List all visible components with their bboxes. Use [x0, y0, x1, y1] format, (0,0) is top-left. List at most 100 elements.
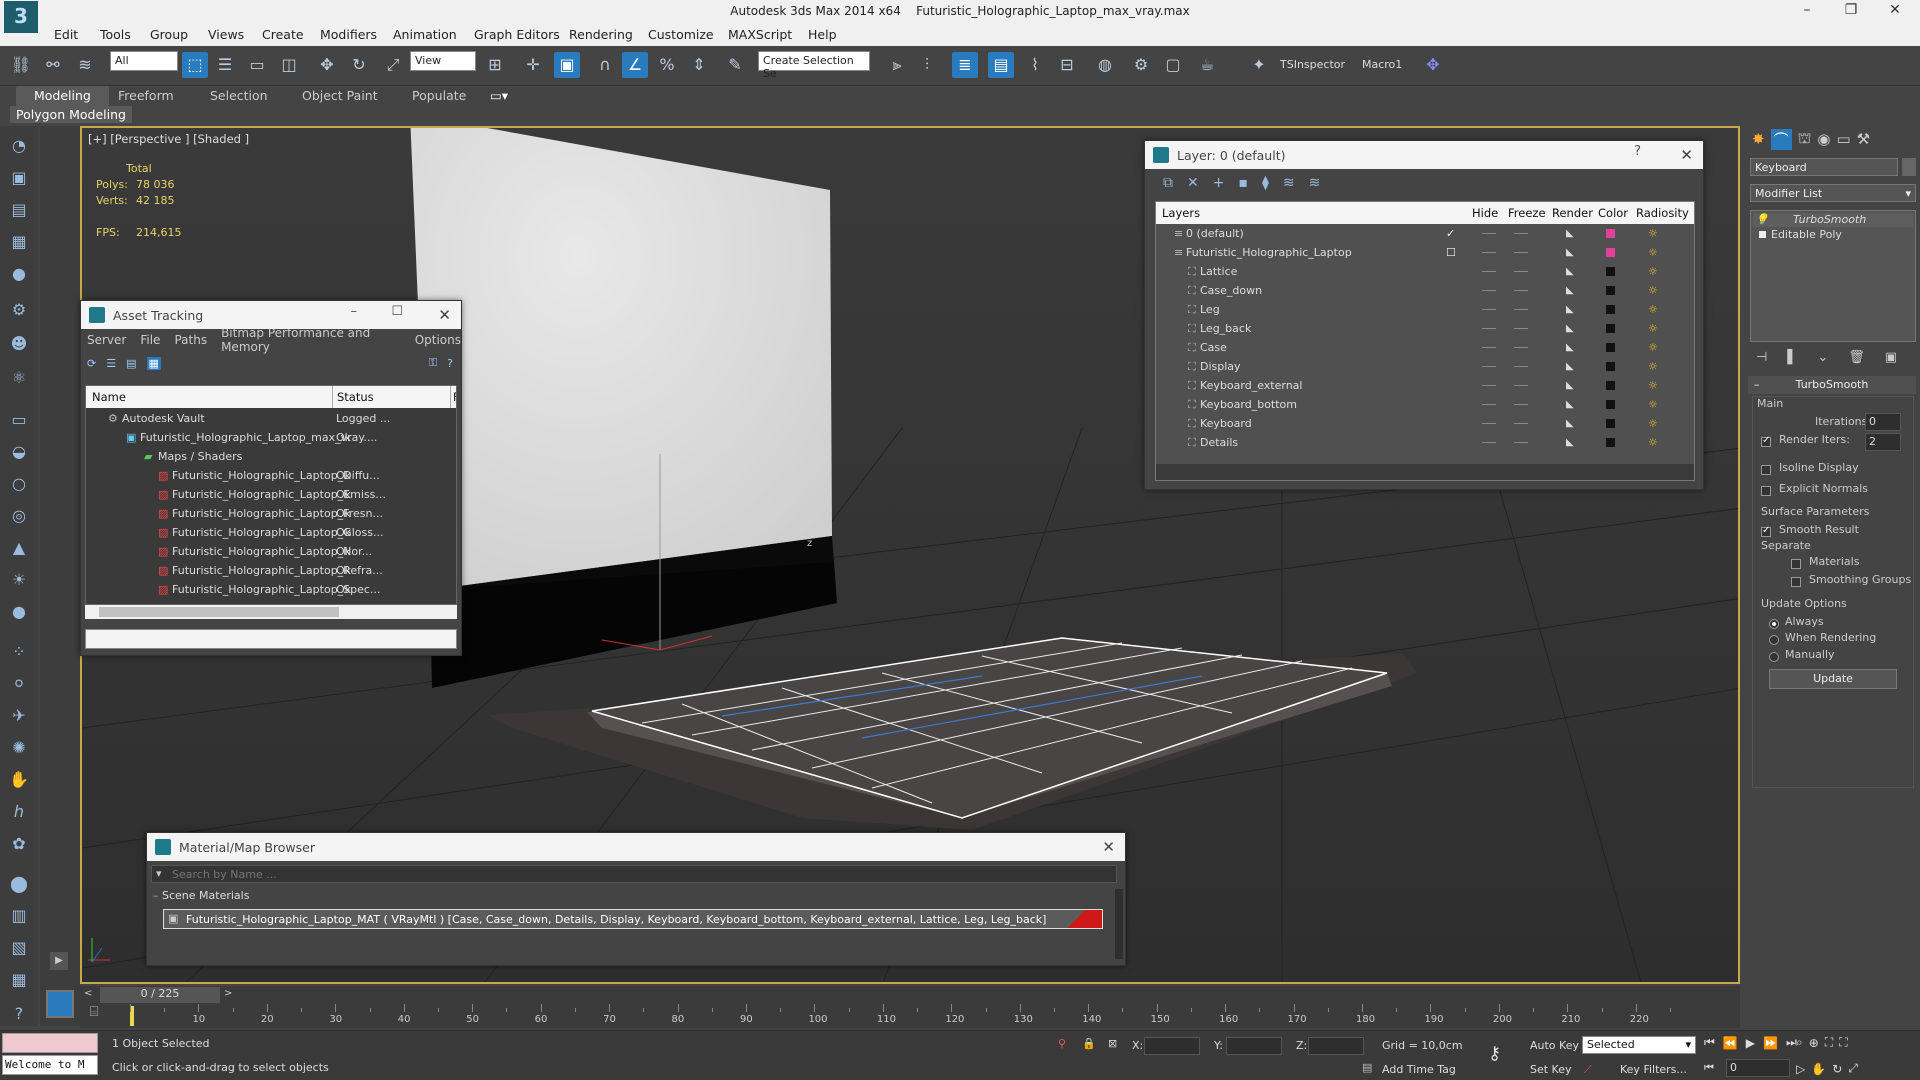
add-time-tag[interactable]: Add Time Tag	[1382, 1063, 1456, 1076]
auto-key-button[interactable]: Auto Key	[1530, 1039, 1579, 1052]
col-name[interactable]: Name	[92, 386, 126, 408]
layer-row[interactable]: ⛶ Display ◣ ☼	[1156, 357, 1694, 376]
layer-checkbox[interactable]: ☐	[1446, 243, 1456, 262]
pivot-icon[interactable]: ⊞	[482, 52, 508, 78]
layer-color-swatch[interactable]	[1606, 343, 1615, 352]
hide-toggle[interactable]	[1482, 347, 1496, 348]
menu-bitmap-performance[interactable]: Bitmap Performance and Memory	[221, 326, 401, 354]
hide-toggle[interactable]	[1482, 404, 1496, 405]
render-iters-spinner[interactable]: 2	[1865, 433, 1901, 451]
layer-row[interactable]: ≡ 0 (default) ✓ ◣ ☼	[1156, 224, 1694, 243]
render-iters-checkbox[interactable]	[1761, 435, 1771, 447]
layer-color-swatch[interactable]	[1606, 381, 1615, 390]
hide-toggle[interactable]	[1482, 252, 1496, 253]
isoline-checkbox[interactable]	[1761, 465, 1771, 475]
menu-graph-editors[interactable]: Graph Editors	[474, 27, 560, 42]
biped-icon[interactable]: ✈	[7, 706, 31, 728]
menu-animation[interactable]: Animation	[393, 27, 457, 42]
delete-layer-icon[interactable]: ✕	[1187, 175, 1199, 191]
key-mode-dropdown[interactable]: Selected ▾	[1582, 1036, 1696, 1054]
align-icon[interactable]: ⫶	[914, 52, 940, 78]
h-scrollbar-thumb[interactable]	[99, 607, 339, 617]
materials-checkbox[interactable]	[1791, 559, 1801, 569]
col-f[interactable]: F	[450, 386, 456, 408]
zoom-extents-icon[interactable]: ⛶	[1825, 1035, 1833, 1050]
render-setup-icon[interactable]: ⚙	[1128, 52, 1154, 78]
globe-icon[interactable]: ✺	[7, 738, 31, 760]
hide-toggle[interactable]	[1482, 366, 1496, 367]
layer-color-swatch[interactable]	[1606, 324, 1615, 333]
window-crossing-icon[interactable]: ◫	[276, 52, 302, 78]
freeze-toggle[interactable]	[1514, 290, 1528, 291]
rect-selection-icon[interactable]: ▭	[244, 52, 270, 78]
new-layer-icon[interactable]: ⧉	[1163, 175, 1173, 191]
help-icon[interactable]: ?	[447, 357, 453, 370]
menu-options[interactable]: Options	[415, 333, 461, 347]
tab-freeform[interactable]: Freeform	[118, 88, 174, 103]
bone-icon[interactable]: ⚪	[7, 674, 31, 696]
layer-manager-icon[interactable]: ≣	[952, 52, 978, 78]
set-key-icon[interactable]: ⟋	[1584, 1063, 1592, 1077]
graphite-tool-icon[interactable]: ◔	[7, 136, 31, 158]
table-row[interactable]: ▨ Futuristic_Holographic_Laptop_Emiss... O…	[86, 485, 456, 504]
manually-radio[interactable]	[1769, 652, 1779, 662]
mini-viewport-icon[interactable]	[46, 990, 74, 1018]
hide-toggle[interactable]	[1482, 442, 1496, 443]
render-teapot-icon[interactable]: ◣	[1566, 224, 1574, 243]
asset-path-field[interactable]	[85, 629, 457, 649]
render-production-icon[interactable]: ☕	[1194, 52, 1220, 78]
maximize-viewport-icon[interactable]: ⤢	[1848, 1061, 1858, 1076]
help-icon[interactable]: ?	[7, 1004, 31, 1026]
scene-materials-header[interactable]: – Scene Materials	[153, 889, 1113, 905]
freeze-toggle[interactable]	[1514, 252, 1528, 253]
smooth-result-checkbox[interactable]	[1761, 525, 1771, 537]
tool-25-icon[interactable]: ▦	[7, 970, 31, 992]
select-by-name-icon[interactable]: ☰	[212, 52, 238, 78]
prev-key-icon[interactable]: ⏪	[1723, 1036, 1738, 1050]
keyboard-shortcut-icon[interactable]: ▣	[554, 52, 580, 78]
next-frame-icon[interactable]: >	[224, 988, 238, 1002]
hide-toggle[interactable]	[1482, 309, 1496, 310]
key-filters-button[interactable]: Key Filters...	[1620, 1063, 1687, 1076]
graphite-toggle-icon[interactable]: ▤	[988, 52, 1014, 78]
tool-7-icon[interactable]: ☻	[7, 334, 31, 356]
edit-named-sel-icon[interactable]: ✎	[722, 52, 748, 78]
display-tab-icon[interactable]: ▭	[1836, 130, 1850, 148]
search-options-icon[interactable]: ▾	[156, 867, 162, 880]
ref-coord-dropdown[interactable]: View	[410, 51, 476, 71]
render-teapot-icon[interactable]: ◣	[1566, 262, 1574, 281]
close-icon[interactable]: ✕	[438, 306, 451, 324]
layer-color-swatch[interactable]	[1606, 286, 1615, 295]
tsinspector-icon[interactable]: ✦	[1246, 52, 1272, 78]
layer-color-swatch[interactable]	[1606, 438, 1615, 447]
minimize-icon[interactable]: –	[1792, 2, 1822, 22]
freeze-toggle[interactable]	[1514, 347, 1528, 348]
selection-filter-dropdown[interactable]: All	[110, 51, 178, 71]
radiosity-icon[interactable]: ☼	[1648, 376, 1658, 395]
stack-item-editable-poly[interactable]: Editable Poly	[1753, 228, 1913, 242]
select-manipulate-icon[interactable]: ✛	[520, 52, 546, 78]
select-in-layer-icon[interactable]: ▪	[1238, 175, 1248, 191]
layer-row[interactable]: ≡ Futuristic_Holographic_Laptop ☐ ◣ ☼	[1156, 243, 1694, 262]
menu-tools[interactable]: Tools	[100, 27, 131, 42]
plugin-icon[interactable]: ✥	[1420, 52, 1446, 78]
table-row[interactable]: ▨ Futuristic_Holographic_Laptop_Spec... Ok	[86, 580, 456, 599]
table-row[interactable]: ▨ Futuristic_Holographic_Laptop_Fresn... O…	[86, 504, 456, 523]
zoom-icon[interactable]: ⌕	[1796, 1035, 1803, 1050]
maxscript-listener-field[interactable]: Welcome to M	[2, 1055, 98, 1075]
abs-mode-icon[interactable]: ⊠	[1108, 1037, 1117, 1050]
col-radiosity[interactable]: Radiosity	[1636, 202, 1689, 224]
key-icon[interactable]: ⚷	[1488, 1043, 1501, 1064]
table-icon[interactable]: ▤	[126, 357, 136, 370]
col-render[interactable]: Render	[1552, 202, 1593, 224]
layer-row[interactable]: ⛶ Case ◣ ☼	[1156, 338, 1694, 357]
zoom-all-icon[interactable]: ⊕	[1809, 1036, 1819, 1050]
polygon-modeling-label[interactable]: Polygon Modeling	[10, 106, 132, 123]
show-end-result-icon[interactable]: ▌	[1787, 350, 1797, 365]
search-input[interactable]	[172, 866, 1072, 882]
tsinspector-label[interactable]: TSInspector	[1280, 58, 1345, 71]
teapot-icon[interactable]: ●	[7, 602, 31, 624]
time-slider-thumb[interactable]: 0 / 225	[100, 987, 220, 1003]
menu-paths[interactable]: Paths	[174, 333, 207, 347]
geosphere-icon[interactable]: ○	[7, 474, 31, 496]
